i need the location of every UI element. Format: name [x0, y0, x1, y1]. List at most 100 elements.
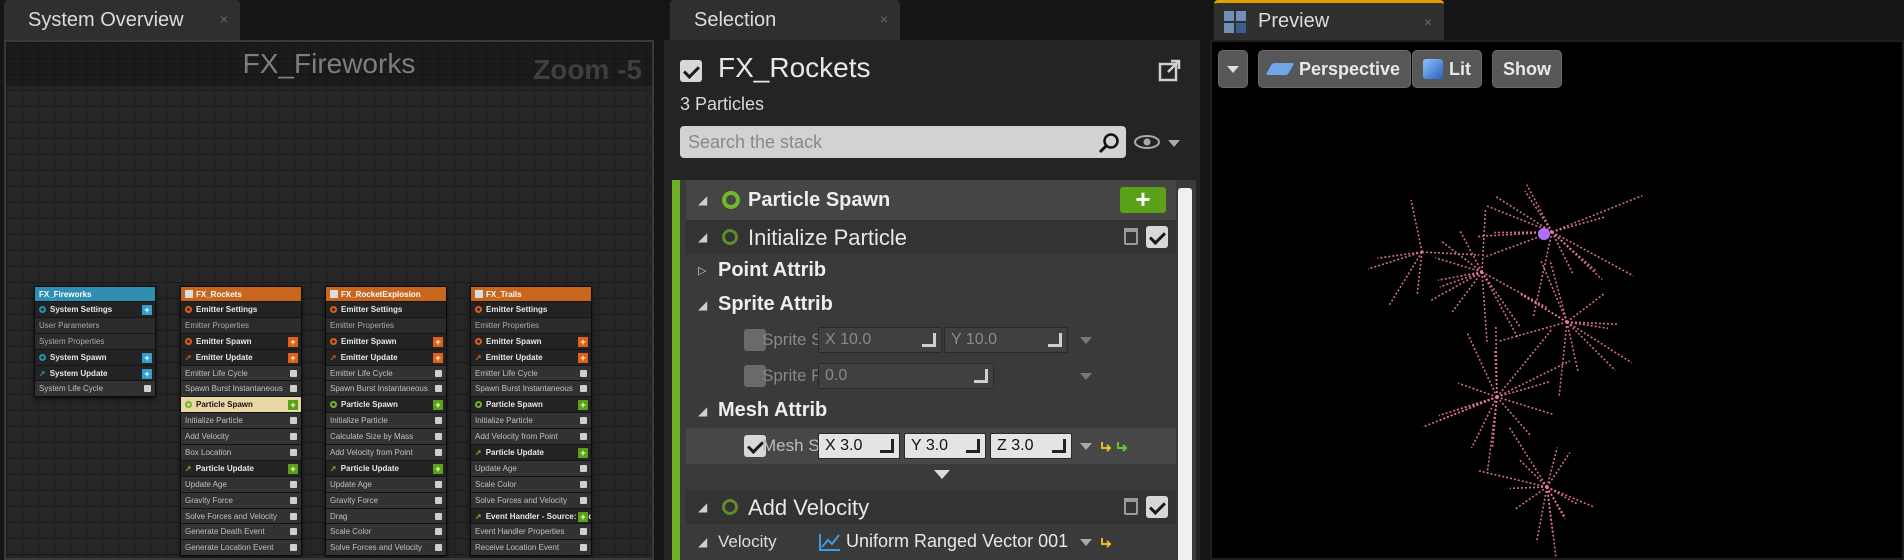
stack-row[interactable]: Solve Forces and Velocity	[471, 491, 591, 508]
chevron-down-icon[interactable]	[1080, 443, 1092, 450]
stack-row[interactable]: Update Age	[326, 475, 446, 492]
row-enabled-checkbox[interactable]	[290, 480, 297, 488]
row-enabled-checkbox[interactable]	[290, 544, 297, 552]
category-mesh-attributes[interactable]: ◢ Mesh Attrib	[686, 394, 1176, 428]
add-module-button[interactable]: +	[578, 400, 588, 411]
expand-arrow-icon[interactable]: ▷	[698, 264, 706, 277]
emitter-node[interactable]: FX_Trails Emitter Settings Emitter Propert…	[470, 286, 592, 557]
row-enabled-checkbox[interactable]	[290, 433, 297, 441]
row-enabled-checkbox[interactable]	[580, 496, 587, 504]
row-enabled-checkbox[interactable]	[435, 369, 442, 377]
add-module-button[interactable]: +	[142, 352, 152, 363]
tab-preview[interactable]: Preview ×	[1214, 0, 1444, 40]
stack-row[interactable]: Particle Spawn +	[326, 396, 446, 413]
close-icon[interactable]: ×	[880, 11, 888, 27]
stack-row[interactable]: ➚ Emitter Update +	[181, 348, 301, 365]
add-module-button[interactable]: +	[578, 352, 588, 363]
node-header[interactable]: FX_Fireworks	[35, 287, 155, 301]
emitter-enabled-checkbox[interactable]	[680, 60, 702, 82]
module-add-velocity[interactable]: ◢ Add Velocity	[686, 490, 1176, 524]
emitter-node[interactable]: FX_RocketExplosion Emitter Settings Emitte…	[325, 286, 447, 557]
add-module-button[interactable]: +	[578, 448, 588, 459]
node-enabled-checkbox[interactable]	[330, 290, 338, 298]
stack-row[interactable]: Add Velocity from Point	[471, 428, 591, 445]
velocity-dynamic-input[interactable]: Uniform Ranged Vector 001	[846, 531, 1068, 552]
row-enabled-checkbox[interactable]	[290, 417, 297, 425]
row-enabled-checkbox[interactable]	[435, 544, 442, 552]
tab-selection[interactable]: Selection ×	[670, 0, 900, 40]
stack-row[interactable]: Emitter Spawn +	[326, 332, 446, 349]
stack-row[interactable]: Particle Spawn +	[471, 396, 591, 413]
row-enabled-checkbox[interactable]	[580, 480, 587, 488]
stack-row[interactable]: Scale Color	[326, 523, 446, 540]
row-enabled-checkbox[interactable]	[580, 528, 587, 536]
add-module-button[interactable]: +	[433, 400, 443, 411]
delete-icon[interactable]	[1124, 228, 1138, 245]
sprite-size-y-field[interactable]: Y 10.0	[944, 327, 1068, 353]
open-external-icon[interactable]	[1158, 58, 1182, 82]
collapse-arrow-icon[interactable]: ◢	[698, 230, 707, 244]
row-enabled-checkbox[interactable]	[435, 480, 442, 488]
add-module-button[interactable]: +	[578, 511, 588, 522]
stack-row[interactable]: Particle Spawn +	[181, 396, 301, 413]
stack-row[interactable]: Generate Death Event	[181, 523, 301, 540]
module-enabled-checkbox[interactable]	[1146, 496, 1168, 518]
row-enabled-checkbox[interactable]	[580, 464, 587, 472]
visibility-eye-icon[interactable]	[1134, 132, 1164, 152]
stack-row[interactable]: User Parameters	[35, 316, 155, 333]
stack-row[interactable]: Emitter Life Cycle	[471, 364, 591, 381]
add-module-button[interactable]: +	[1120, 186, 1166, 213]
stack-row[interactable]: Emitter Properties	[326, 316, 446, 333]
collapse-arrow-icon[interactable]: ◢	[698, 404, 707, 418]
stack-search-input[interactable]: Search the stack	[680, 126, 1126, 158]
stack-row[interactable]: Generate Location Event	[181, 539, 301, 556]
collapse-arrow-icon[interactable]: ◢	[698, 535, 707, 549]
stack-row[interactable]: Spawn Burst Instantaneous	[471, 380, 591, 397]
stack-row[interactable]: Emitter Life Cycle	[326, 364, 446, 381]
tab-system-overview[interactable]: System Overview ×	[4, 0, 240, 40]
row-enabled-checkbox[interactable]	[290, 369, 297, 377]
reset-to-default-icon[interactable]	[1100, 438, 1134, 454]
chevron-down-icon[interactable]	[1080, 539, 1092, 546]
stack-row[interactable]: Emitter Properties	[471, 316, 591, 333]
stack-row[interactable]: Box Location	[181, 444, 301, 460]
row-enabled-checkbox[interactable]	[290, 385, 297, 393]
stack-row[interactable]: Gravity Force	[326, 491, 446, 508]
stack-row[interactable]: ➚ Particle Update +	[326, 459, 446, 476]
stack-row[interactable]: Spawn Burst Instantaneous	[326, 380, 446, 397]
row-enabled-checkbox[interactable]	[435, 512, 442, 520]
collapse-arrow-icon[interactable]: ◢	[698, 193, 707, 207]
stack-scrollbar[interactable]	[1178, 188, 1192, 560]
stack-row[interactable]: Emitter Spawn +	[181, 332, 301, 349]
add-module-button[interactable]: +	[433, 336, 443, 347]
row-enabled-checkbox[interactable]	[290, 528, 297, 536]
add-module-button[interactable]: +	[578, 336, 588, 347]
sprite-rotation-field[interactable]: 0.0	[818, 363, 994, 389]
stack-row[interactable]: ➚ Event Handler - Source: Locati +	[471, 507, 591, 524]
node-enabled-checkbox[interactable]	[185, 290, 193, 298]
stack-row[interactable]: ➚ System Update +	[35, 364, 155, 381]
category-sprite-attributes[interactable]: ◢ Sprite Attrib	[686, 288, 1176, 322]
chevron-down-icon[interactable]	[1080, 373, 1092, 380]
preview-viewport[interactable]: Perspective Lit Show	[1210, 40, 1904, 560]
show-button[interactable]: Show	[1492, 50, 1562, 88]
row-enabled-checkbox[interactable]	[435, 417, 442, 425]
row-enabled-checkbox[interactable]	[435, 528, 442, 536]
stack-row[interactable]: Scale Color	[471, 475, 591, 492]
stack-row[interactable]: Event Handler Properties	[471, 523, 591, 540]
row-enabled-checkbox[interactable]	[580, 544, 587, 552]
stack-row[interactable]: Spawn Burst Instantaneous	[181, 380, 301, 397]
add-module-button[interactable]: +	[288, 400, 298, 411]
stack-row[interactable]: Receive Location Event	[471, 539, 591, 556]
add-module-button[interactable]: +	[433, 352, 443, 363]
stack-row[interactable]: Initialize Particle	[326, 412, 446, 429]
viewport-options-button[interactable]	[1218, 50, 1248, 88]
emitter-node[interactable]: FX_Rockets Emitter Settings Emitter Proper…	[180, 286, 302, 557]
row-enabled-checkbox[interactable]	[290, 449, 297, 457]
stack-row[interactable]: Initialize Particle	[181, 412, 301, 429]
stack-row[interactable]: Emitter Settings	[181, 301, 301, 317]
add-module-button[interactable]: +	[288, 336, 298, 347]
module-initialize-particle[interactable]: ◢ Initialize Particle	[686, 220, 1176, 254]
row-enabled-checkbox[interactable]	[580, 433, 587, 441]
stack-row[interactable]: Add Velocity	[181, 428, 301, 445]
